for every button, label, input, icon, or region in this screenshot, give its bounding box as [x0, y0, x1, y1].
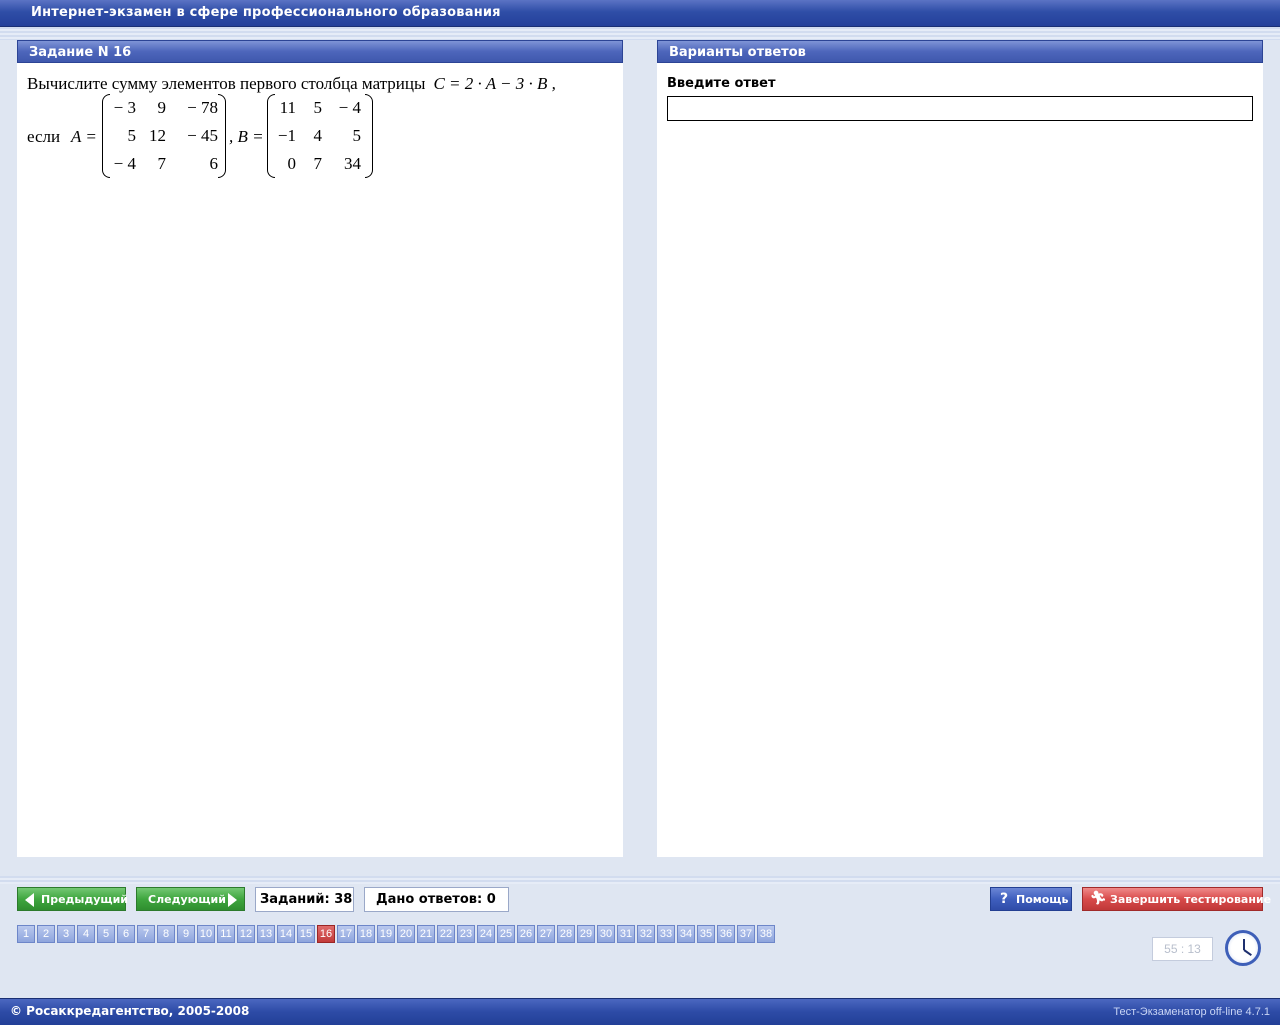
task-number-button[interactable]: 13 — [257, 925, 275, 943]
answers-counter: Дано ответов: 0 — [364, 887, 509, 912]
task-number-button[interactable]: 26 — [517, 925, 535, 943]
task-number-button[interactable]: 3 — [57, 925, 75, 943]
window-title: Интернет-экзамен в сфере профессионально… — [31, 5, 501, 20]
task-number-button[interactable]: 16 — [317, 925, 335, 943]
task-number-button[interactable]: 22 — [437, 925, 455, 943]
prev-button-label: Предыдущий — [41, 893, 129, 906]
task-number-button[interactable]: 8 — [157, 925, 175, 943]
matrix-cell: − 4 — [338, 98, 361, 117]
matrix-cell: 6 — [209, 154, 219, 173]
matrix-a-label: A = — [71, 127, 97, 146]
task-number-button[interactable]: 24 — [477, 925, 495, 943]
answer-input[interactable] — [667, 96, 1253, 121]
running-man-icon: 🏃︎ — [1090, 891, 1107, 906]
task-number-button[interactable]: 17 — [337, 925, 355, 943]
task-number-button[interactable]: 21 — [417, 925, 435, 943]
answer-panel-title: Варианты ответов — [669, 45, 806, 60]
matrix-cell: 12 — [149, 126, 166, 145]
task-number-button[interactable]: 15 — [297, 925, 315, 943]
question-mark-icon: ? — [1000, 891, 1009, 907]
answer-panel-header: Варианты ответов — [657, 40, 1263, 63]
task-number-button[interactable]: 5 — [97, 925, 115, 943]
tasks-counter-text: Заданий: 38 — [260, 892, 353, 907]
task-number-button[interactable]: 2 — [37, 925, 55, 943]
timer-display: 55 : 13 — [1152, 937, 1213, 961]
task-number-button[interactable]: 28 — [557, 925, 575, 943]
task-number-button[interactable]: 1 — [17, 925, 35, 943]
task-number-button[interactable]: 27 — [537, 925, 555, 943]
next-button-label: Следующий — [148, 893, 226, 906]
next-button[interactable]: Следующий — [136, 887, 245, 911]
task-number-button[interactable]: 23 — [457, 925, 475, 943]
footer: © Росаккредагентство, 2005-2008 Тест-Экз… — [0, 998, 1280, 1025]
answers-counter-text: Дано ответов: 0 — [376, 892, 496, 907]
answer-panel: Варианты ответов Введите ответ — [657, 40, 1263, 857]
task-number-button[interactable]: 36 — [717, 925, 735, 943]
task-number-button[interactable]: 30 — [597, 925, 615, 943]
question-text: Вычислите сумму элементов первого столбц… — [27, 74, 426, 93]
task-number-button[interactable]: 38 — [757, 925, 775, 943]
clock-icon — [1225, 930, 1261, 966]
matrix-cell: 7 — [313, 154, 323, 173]
header-stripes — [0, 27, 1280, 40]
task-number-button[interactable]: 18 — [357, 925, 375, 943]
task-number-button[interactable]: 7 — [137, 925, 155, 943]
matrix-cell: − 45 — [187, 126, 218, 145]
task-panel: Задание N 16 Вычислите сумму элементов п… — [17, 40, 623, 857]
task-number-button[interactable]: 35 — [697, 925, 715, 943]
task-number-button[interactable]: 37 — [737, 925, 755, 943]
answer-input-label: Введите ответ — [667, 76, 776, 91]
finish-button[interactable]: 🏃︎ Завершить тестирование — [1082, 887, 1271, 911]
matrix-b-label: , B = — [229, 127, 264, 146]
nav-stripes — [0, 876, 1280, 884]
task-number-button[interactable]: 10 — [197, 925, 215, 943]
question-formula: C = 2 · A − 3 · B , — [433, 74, 556, 93]
task-number-button[interactable]: 6 — [117, 925, 135, 943]
task-number-button[interactable]: 19 — [377, 925, 395, 943]
arrow-right-icon — [228, 893, 237, 907]
task-number-button[interactable]: 12 — [237, 925, 255, 943]
arrow-left-icon — [25, 893, 34, 907]
matrix-cell: 7 — [157, 154, 167, 173]
task-number-button[interactable]: 4 — [77, 925, 95, 943]
task-title: Задание N 16 — [29, 45, 132, 60]
task-number-button[interactable]: 29 — [577, 925, 595, 943]
matrix-cell: 5 — [313, 98, 323, 117]
version-text: Тест-Экзаменатор off-line 4.7.1 — [1113, 1006, 1270, 1018]
task-number-button[interactable]: 31 — [617, 925, 635, 943]
matrix-cell: 34 — [344, 154, 361, 173]
matrix-cell: 5 — [352, 126, 362, 145]
task-number-button[interactable]: 14 — [277, 925, 295, 943]
matrix-cell: − 78 — [187, 98, 218, 117]
task-number-button[interactable]: 25 — [497, 925, 515, 943]
matrix-a: − 3 9− 78 5 12− 45− 476 — [102, 94, 226, 180]
finish-button-label: Завершить тестирование — [1110, 893, 1272, 906]
tasks-counter: Заданий: 38 — [255, 887, 354, 912]
task-number-button[interactable]: 20 — [397, 925, 415, 943]
question-line: Вычислите сумму элементов первого столбц… — [27, 74, 556, 94]
copyright-text: © Росаккредагентство, 2005-2008 — [10, 1004, 250, 1018]
task-number-button[interactable]: 33 — [657, 925, 675, 943]
help-button[interactable]: ? Помощь — [990, 887, 1072, 911]
title-bar: Интернет-экзамен в сфере профессионально… — [0, 0, 1280, 27]
task-number-button[interactable]: 34 — [677, 925, 695, 943]
prev-button[interactable]: Предыдущий — [17, 887, 129, 911]
matrix-b: 11 5− 4 −1 4 5 0 7 34 — [267, 94, 373, 180]
task-number-button[interactable]: 32 — [637, 925, 655, 943]
task-panel-header: Задание N 16 — [17, 40, 623, 63]
condition-word: если — [27, 127, 61, 146]
help-button-label: Помощь — [1016, 893, 1069, 906]
matrix-cell: 4 — [313, 126, 323, 145]
task-number-button[interactable]: 11 — [217, 925, 235, 943]
matrix-cell: 9 — [157, 98, 167, 117]
task-number-button[interactable]: 9 — [177, 925, 195, 943]
